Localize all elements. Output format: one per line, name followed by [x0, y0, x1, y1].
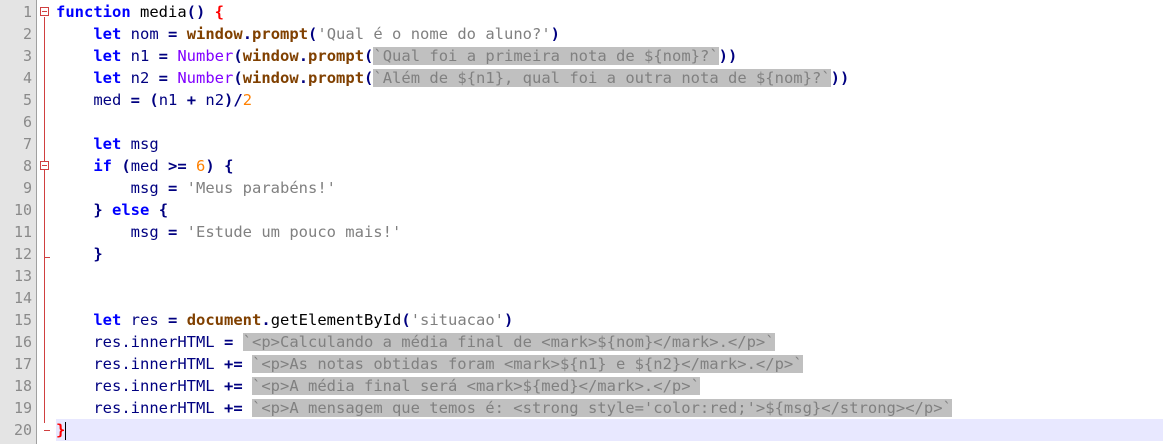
line-number: 19	[13, 399, 32, 417]
line-number: 2	[22, 25, 32, 43]
fold-end-icon	[44, 430, 50, 431]
line-number: 12	[13, 245, 32, 263]
line-number: 11	[13, 223, 32, 241]
line-number-gutter: 1 2 3 4 5 6 7 8 9 10 11 12 13 14 15 16 1…	[0, 0, 37, 444]
fold-minus-icon[interactable]	[40, 161, 49, 170]
line-number: 15	[13, 311, 32, 329]
code-line-5: med = (n1 + n2)/2	[93, 91, 253, 109]
object: document	[186, 311, 262, 329]
line-number: 13	[13, 267, 32, 285]
line-number: 5	[22, 91, 32, 109]
code-line-12: }	[93, 245, 103, 263]
line-number: 20	[13, 421, 32, 439]
line-number: 10	[13, 201, 32, 219]
code-line-15: let res = document.getElementById('situa…	[93, 311, 514, 329]
number: 2	[242, 91, 253, 109]
number: 6	[196, 157, 206, 175]
code-line-1: function media() {	[56, 1, 1163, 23]
line-number: 18	[13, 377, 32, 395]
number-type: Number	[177, 47, 234, 65]
string: 'Estude um pouco mais!'	[186, 223, 402, 241]
string: 'situacao'	[410, 311, 505, 329]
fold-margin	[37, 0, 53, 444]
function-name: media	[130, 3, 187, 21]
code-line-8: if (med >= 6) {	[93, 157, 234, 175]
method: prompt	[252, 25, 309, 43]
line-number: 3	[22, 47, 32, 65]
code-line-10: } else {	[93, 201, 169, 219]
text-caret	[65, 421, 67, 440]
code-line-11: msg = 'Estude um pouco mais!'	[130, 223, 402, 241]
line-number: 1	[22, 3, 32, 21]
code-area[interactable]: function media() { let nom = window.prom…	[56, 0, 1163, 444]
code-line-18: res.innerHTML += `<p>A média final será …	[93, 377, 700, 395]
line-number: 16	[13, 333, 32, 351]
code-line-9: msg = 'Meus parabéns!'	[130, 179, 336, 197]
code-line-2: let nom = window.prompt('Qual é o nome d…	[93, 25, 561, 43]
fold-line-icon	[44, 17, 45, 423]
keyword: let	[93, 47, 122, 65]
line-number: 8	[22, 157, 32, 175]
line-number: 6	[22, 113, 32, 131]
parens: ()	[186, 3, 206, 21]
code-line-7: let msg	[93, 135, 159, 153]
code-line-20: }	[56, 419, 1163, 441]
line-number: 4	[22, 69, 32, 87]
method: prompt	[308, 69, 365, 87]
brace-open-highlight: {	[214, 3, 225, 21]
fold-end-icon	[44, 257, 50, 258]
code-line-19: res.innerHTML += `<p>A mensagem que temo…	[93, 399, 952, 417]
string: 'Qual é o nome do aluno?'	[317, 25, 551, 43]
keyword: else	[112, 201, 150, 219]
code-line-3: let n1 = Number(window.prompt(`Qual foi …	[93, 47, 738, 65]
object: window	[186, 25, 243, 43]
keyword: let	[93, 135, 122, 153]
fold-minus-icon[interactable]	[40, 7, 49, 16]
keyword: function	[56, 3, 131, 21]
line-number: 17	[13, 355, 32, 373]
keyword: if	[93, 157, 112, 175]
code-editor[interactable]: 1 2 3 4 5 6 7 8 9 10 11 12 13 14 15 16 1…	[0, 0, 1163, 444]
template-string-selected: `<p>As notas obtidas foram <mark>${n1} e…	[252, 355, 803, 373]
line-number: 9	[22, 179, 32, 197]
object: window	[242, 69, 299, 87]
template-string-selected: `<p>Calculando a média final de <mark>${…	[242, 333, 775, 351]
code-line-4: let n2 = Number(window.prompt(`Além de $…	[93, 69, 850, 87]
number-type: Number	[177, 69, 234, 87]
line-number: 7	[22, 135, 32, 153]
method: getElementById	[270, 311, 402, 329]
code-line-16: res.innerHTML = `<p>Calculando a média f…	[93, 333, 775, 351]
string: 'Meus parabéns!'	[186, 179, 336, 197]
line-number: 14	[13, 289, 32, 307]
keyword: let	[93, 311, 122, 329]
brace-close-highlight: }	[56, 421, 66, 439]
template-string-selected: `<p>A média final será <mark>${med}</mar…	[252, 377, 700, 395]
template-string-selected: `<p>A mensagem que temos é: <strong styl…	[252, 399, 952, 417]
object: window	[242, 47, 299, 65]
code-line-17: res.innerHTML += `<p>As notas obtidas fo…	[93, 355, 803, 373]
template-string-selected: `Além de ${n1}, qual foi a outra nota de…	[373, 69, 831, 87]
method: prompt	[308, 47, 365, 65]
keyword: let	[93, 69, 122, 87]
template-string-selected: `Qual foi a primeira nota de ${nom}?`	[373, 47, 719, 65]
keyword: let	[93, 25, 122, 43]
